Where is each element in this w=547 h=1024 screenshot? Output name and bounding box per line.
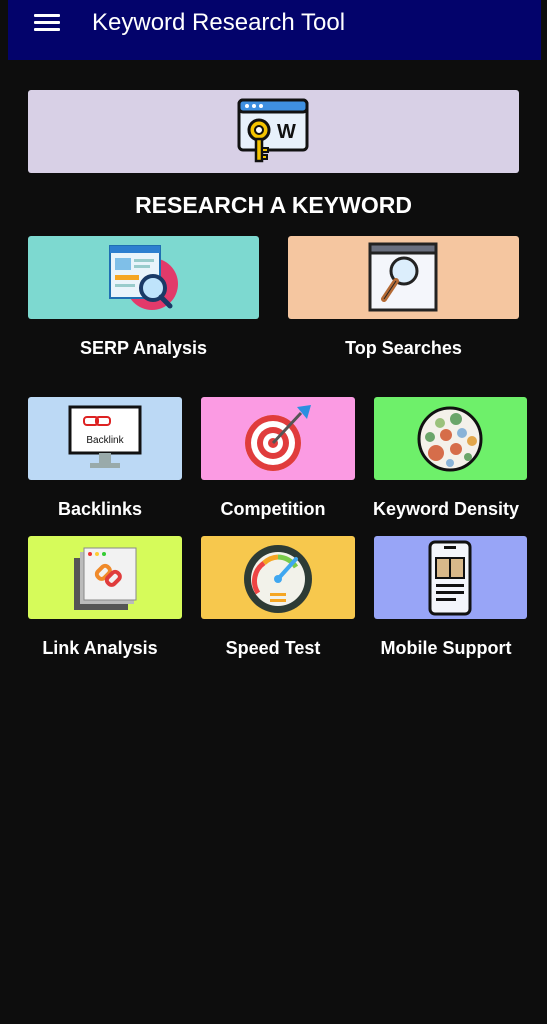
magnifier-window-icon	[368, 242, 438, 312]
tile-label-keyword-density: Keyword Density	[372, 499, 520, 519]
app-bar: Keyword Research Tool	[8, 0, 541, 60]
mobile-document-icon	[428, 540, 472, 616]
hero-banner[interactable]: W	[28, 90, 519, 173]
tile-label-top-searches: Top Searches	[345, 338, 462, 358]
tile-label-mobile-support: Mobile Support	[380, 638, 512, 658]
tile-label-competition: Competition	[220, 499, 326, 519]
tile-competition[interactable]	[201, 397, 355, 480]
tile-serp-analysis[interactable]	[28, 236, 259, 319]
tile-label-backlinks: Backlinks	[57, 499, 143, 519]
speedometer-icon	[244, 545, 312, 613]
tile-label-serp-analysis: SERP Analysis	[79, 338, 208, 358]
link-pages-icon	[74, 547, 137, 610]
serp-analysis-icon	[109, 245, 178, 310]
keyword-key-icon: W	[237, 98, 309, 163]
density-circle-icon	[417, 406, 483, 472]
tile-label-speed-test: Speed Test	[225, 638, 321, 658]
tile-mobile-support[interactable]	[374, 536, 527, 619]
backlink-monitor-icon: Backlink	[68, 405, 142, 468]
tile-speed-test[interactable]	[201, 536, 355, 619]
tile-link-analysis[interactable]	[28, 536, 182, 619]
tile-top-searches[interactable]	[288, 236, 519, 319]
svg-text:Backlink: Backlink	[86, 435, 124, 446]
app-title: Keyword Research Tool	[92, 9, 346, 36]
svg-text:W: W	[277, 121, 296, 143]
target-icon	[245, 405, 311, 471]
tile-keyword-density[interactable]	[374, 397, 527, 480]
tile-backlinks[interactable]: Backlink	[28, 397, 182, 480]
section-title: RESEARCH A KEYWORD	[135, 192, 412, 218]
menu-icon[interactable]	[34, 10, 70, 38]
tile-label-link-analysis: Link Analysis	[42, 638, 158, 658]
